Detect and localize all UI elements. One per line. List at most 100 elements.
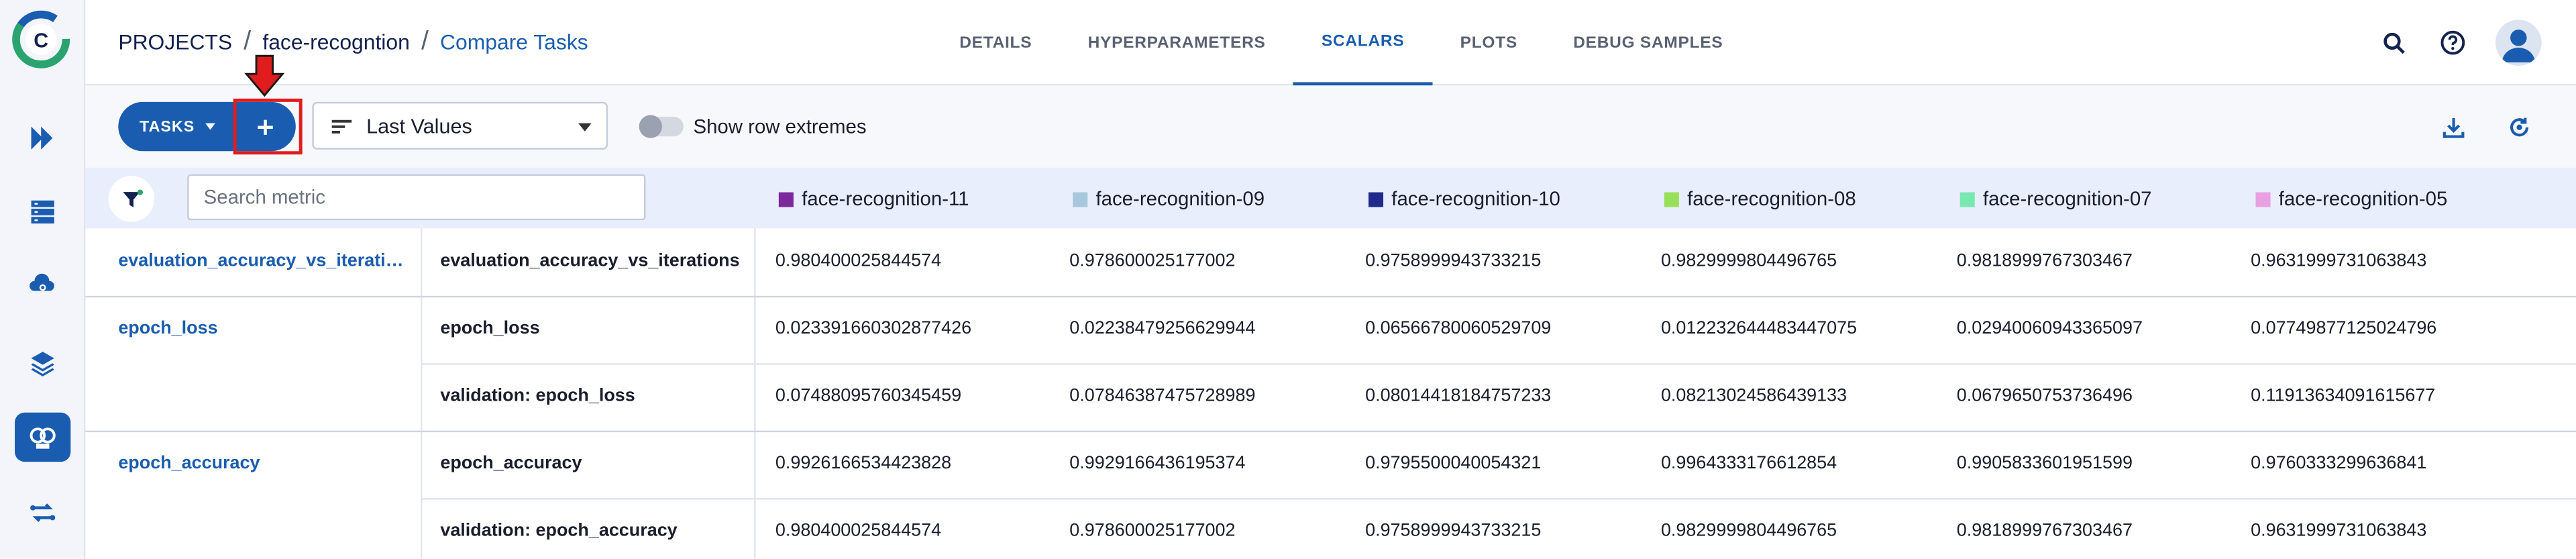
tasks-button-label: TASKS (140, 117, 195, 136)
metric-name: evaluation_accuracy_vs_iterations (440, 251, 740, 272)
breadcrumb: PROJECTS / face-recogntion / Compare Tas… (118, 28, 588, 56)
filter-button[interactable] (108, 176, 155, 222)
series-color-swatch (1368, 191, 1384, 207)
row-extremes-toggle[interactable] (639, 115, 684, 138)
column-header[interactable]: face-recognition-08 (1664, 187, 1856, 210)
column-header-label: face-recognition-09 (1095, 187, 1265, 211)
column-header[interactable]: face-recognition-05 (2255, 187, 2447, 210)
breadcrumb-compare-tasks[interactable]: Compare Tasks (440, 30, 588, 54)
nav-workers-icon[interactable] (15, 488, 70, 537)
metric-value: 0.9829999804496765 (1660, 521, 1837, 541)
metric-name: epoch_loss (440, 319, 540, 339)
search-icon[interactable] (2377, 26, 2410, 59)
metric-group-name[interactable]: epoch_loss (118, 319, 404, 340)
metric-value: 0.9760333299636841 (2251, 453, 2427, 474)
nav-pipelines-icon[interactable] (15, 113, 70, 162)
refresh-settings-icon[interactable] (2504, 112, 2533, 142)
column-header[interactable]: face-recognition-07 (1960, 187, 2152, 210)
metric-value: 0.9818999767303467 (1956, 521, 2133, 541)
metric-name: validation: epoch_loss (440, 386, 635, 406)
metric-value: 0.08014418184757233 (1365, 386, 1552, 406)
nav-datasets-icon[interactable] (15, 187, 70, 236)
metric-value: 0.9758999943733215 (1365, 521, 1542, 541)
value-type-select-label: Last Values (366, 114, 472, 138)
row-extremes-label: Show row extremes (693, 115, 867, 138)
metric-group-name[interactable]: epoch_accuracy (118, 454, 404, 475)
column-header[interactable]: face-recognition-10 (1368, 187, 1560, 210)
metric-value: 0.9758999943733215 (1365, 251, 1542, 272)
metric-value: 0.978600025177002 (1069, 251, 1236, 272)
column-header-label: face-recognition-10 (1391, 187, 1560, 211)
filter-icon (122, 189, 142, 207)
highlight-box (233, 98, 303, 155)
sort-lines-icon (331, 119, 352, 133)
series-color-swatch (1960, 191, 1975, 207)
series-color-swatch (778, 191, 794, 207)
metric-value: 0.07488095760345459 (775, 386, 962, 406)
tab-plots[interactable]: PLOTS (1432, 0, 1546, 85)
value-type-select[interactable]: Last Values (312, 101, 608, 150)
metric-value: 0.06566780060529709 (1365, 319, 1552, 339)
page-header: PROJECTS / face-recogntion / Compare Tas… (85, 0, 2576, 86)
left-nav: C (0, 0, 86, 559)
tab-bar: DETAILS HYPERPARAMETERS SCALARS PLOTS DE… (932, 0, 1752, 86)
series-color-swatch (2255, 191, 2271, 207)
download-icon[interactable] (2438, 112, 2467, 142)
metric-value: 0.9829999804496765 (1660, 251, 1837, 272)
compare-toolbar: TASKS Last Values Show row extremes (85, 54, 2576, 168)
metric-value: 0.07749877125024796 (2251, 319, 2437, 339)
column-header[interactable]: face-recognition-09 (1073, 187, 1265, 210)
toggle-knob (639, 115, 662, 138)
column-header-label: face-recognition-05 (2278, 187, 2448, 211)
metric-value: 0.9631999731063843 (2251, 251, 2427, 272)
metric-value: 0.11913634091615677 (2251, 386, 2436, 406)
metric-value: 0.9964333176612854 (1660, 453, 1837, 474)
metric-value: 0.980400025844574 (775, 521, 942, 541)
metric-value: 0.9631999731063843 (2251, 521, 2427, 541)
column-header[interactable]: face-recognition-11 (778, 187, 969, 211)
metric-value: 0.012232644483447075 (1660, 319, 1858, 339)
tab-details[interactable]: DETAILS (932, 0, 1060, 85)
table-header: face-recognition-11 face-recognition-09 … (85, 167, 2576, 229)
user-avatar[interactable] (2496, 19, 2542, 66)
series-color-swatch (1073, 191, 1088, 207)
metric-value: 0.980400025844574 (775, 251, 942, 272)
svg-text:C: C (34, 30, 48, 52)
metric-value: 0.9795500040054321 (1365, 453, 1542, 474)
table-row: evaluation_accuracy_vs_iteratio... evalu… (85, 228, 2576, 295)
breadcrumb-separator: / (421, 28, 429, 56)
help-icon[interactable] (2436, 26, 2469, 59)
column-header-label: face-recognition-11 (802, 187, 969, 211)
table-row: epoch_accuracy epoch_accuracy 0.99261665… (85, 431, 2576, 498)
metric-value: 0.0679650753736496 (1956, 386, 2133, 406)
nav-layers-icon[interactable] (15, 338, 70, 387)
nav-cloud-icon[interactable] (15, 261, 70, 310)
red-arrow-icon (244, 54, 285, 97)
metric-value: 0.07846387475728989 (1069, 386, 1256, 406)
clearml-logo-icon[interactable]: C (10, 7, 72, 72)
column-header-label: face-recognition-07 (1982, 187, 2152, 211)
table-row: epoch_loss epoch_loss 0.0233916603028774… (85, 296, 2576, 363)
tab-debug-samples[interactable]: DEBUG SAMPLES (1546, 0, 1751, 85)
metric-value: 0.02238479256629944 (1069, 319, 1256, 339)
series-color-swatch (1664, 191, 1679, 207)
metric-name: epoch_accuracy (440, 453, 582, 474)
metric-value: 0.9926166534423828 (775, 453, 952, 474)
metric-value: 0.9818999767303467 (1956, 251, 2133, 272)
metric-value: 0.9929166436195374 (1069, 453, 1246, 474)
breadcrumb-projects[interactable]: PROJECTS (118, 30, 232, 54)
breadcrumb-project[interactable]: face-recogntion (262, 30, 409, 54)
scalars-compare-table: face-recognition-11 face-recognition-09 … (85, 167, 2576, 559)
nav-models-icon[interactable] (15, 412, 71, 462)
metric-value: 0.02940060943365097 (1956, 319, 2143, 339)
metric-group-name[interactable]: evaluation_accuracy_vs_iteratio... (118, 252, 404, 273)
search-metric-input[interactable] (187, 174, 646, 221)
table-row: validation: epoch_loss 0.074880957603454… (85, 363, 2576, 430)
metric-value: 0.023391660302877426 (775, 319, 972, 339)
tab-hyperparameters[interactable]: HYPERPARAMETERS (1060, 0, 1293, 85)
metric-value: 0.9905833601951599 (1956, 453, 2133, 474)
metric-value: 0.978600025177002 (1069, 521, 1236, 541)
tab-scalars[interactable]: SCALARS (1293, 0, 1433, 86)
column-header-label: face-recognition-08 (1687, 187, 1856, 211)
table-row: validation: epoch_accuracy 0.98040002584… (85, 498, 2576, 559)
